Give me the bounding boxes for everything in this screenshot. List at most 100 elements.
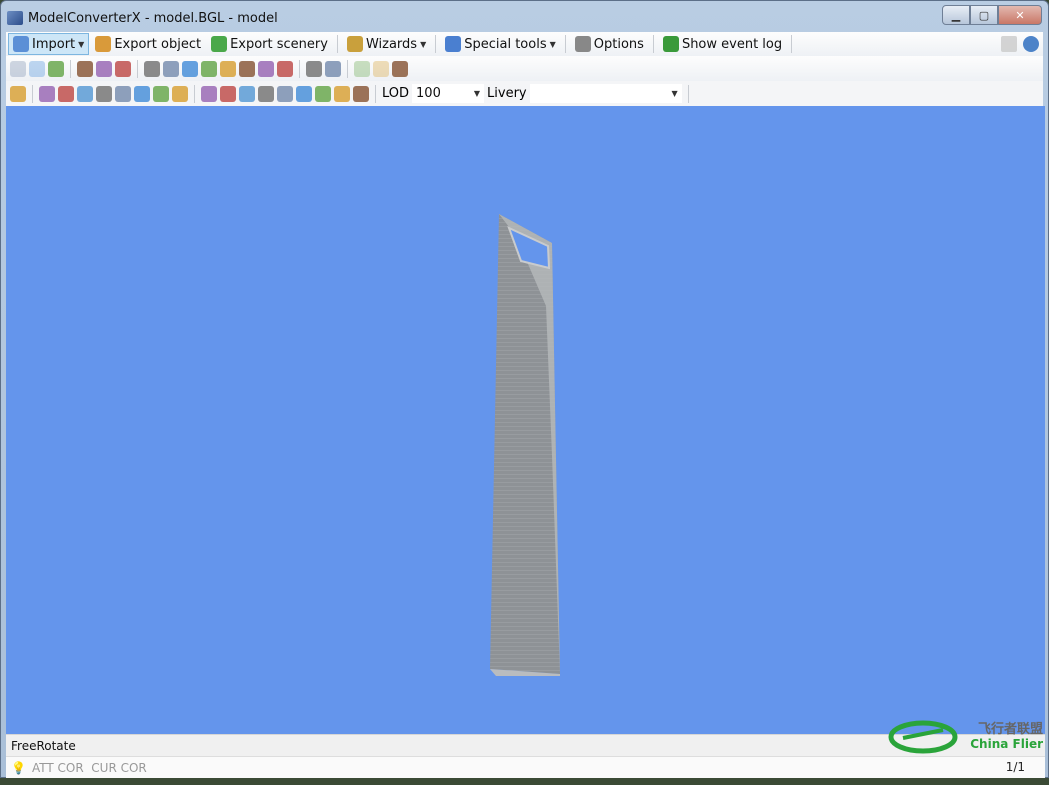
chevron-down-icon[interactable]: ▼ <box>671 89 677 98</box>
figure-icon[interactable] <box>277 60 293 77</box>
forward-icon[interactable] <box>29 60 45 77</box>
menu-label: Options <box>593 36 644 52</box>
back-icon[interactable] <box>10 60 26 77</box>
placemark-icon[interactable] <box>96 60 112 77</box>
grid-icon[interactable] <box>39 85 55 102</box>
toolbar-main <box>6 56 1043 81</box>
minimize-button[interactable]: ▁ <box>942 5 970 25</box>
watermark: 飞行者联盟 China Flier <box>888 712 1043 754</box>
lod-select[interactable]: 100 ▼ <box>412 84 485 103</box>
menu-wizards[interactable]: Wizards ▼ <box>343 34 430 54</box>
menu-label: Wizards <box>365 36 418 52</box>
chevron-down-icon[interactable]: ▼ <box>474 89 480 98</box>
toolbar-separator <box>137 59 138 78</box>
zoom-view-icon[interactable] <box>77 60 93 77</box>
details-icon[interactable] <box>1001 36 1017 52</box>
menu-label: Export object <box>114 36 202 52</box>
toolbar-separator <box>347 59 348 78</box>
cube-color-icon[interactable] <box>239 85 255 102</box>
sphere-icon[interactable] <box>277 85 293 102</box>
ground-icon[interactable] <box>172 85 188 102</box>
menu-show-event-log[interactable]: Show event log <box>659 34 786 54</box>
window-title: ModelConverterX - model.BGL - model <box>28 10 278 26</box>
toolbar-separator <box>687 84 689 103</box>
tower-model <box>490 214 560 676</box>
3d-viewport[interactable] <box>6 106 1045 734</box>
tools-icon <box>574 36 591 52</box>
paperclip-icon[interactable] <box>77 85 93 102</box>
material-icon[interactable] <box>163 60 179 77</box>
redo-icon[interactable] <box>373 60 389 77</box>
checker-icon[interactable] <box>315 85 331 102</box>
fit-view-icon[interactable] <box>10 85 26 102</box>
texture-icon[interactable] <box>144 60 160 77</box>
clock-icon[interactable] <box>392 60 408 77</box>
image-icon[interactable] <box>201 60 217 77</box>
watermark-cn: 飞行者联盟 <box>977 722 1043 737</box>
house-export-icon <box>95 36 112 52</box>
map-icon[interactable] <box>239 60 255 77</box>
toolbar-separator <box>564 35 566 53</box>
axes-icon[interactable] <box>58 85 74 102</box>
lod-value: 100 <box>416 86 441 101</box>
menu-options[interactable]: Options <box>571 34 648 54</box>
menu-export-scenery[interactable]: Export scenery <box>207 34 332 54</box>
camera-icon[interactable] <box>201 85 217 102</box>
light-icon[interactable] <box>334 85 350 102</box>
globe-export-icon <box>211 36 228 52</box>
livery-select[interactable]: ▼ <box>529 84 682 103</box>
watermark-en: China Flier <box>970 737 1043 751</box>
help-icon[interactable] <box>1023 36 1039 52</box>
folder-icon <box>13 36 29 52</box>
screenshot-icon[interactable] <box>306 60 322 77</box>
app-icon <box>7 11 23 25</box>
link-icon[interactable] <box>258 60 274 77</box>
animation-icon[interactable] <box>182 60 198 77</box>
lightmap-icon[interactable] <box>153 85 169 102</box>
indicators: ATT COR CUR COR <box>31 760 147 775</box>
menu-special-tools[interactable]: Special tools ▼ <box>441 34 560 54</box>
toolbar-separator <box>70 59 71 78</box>
undo-icon[interactable] <box>354 60 370 77</box>
chevron-down-icon[interactable]: ▼ <box>550 40 556 49</box>
close-button[interactable]: ✕ <box>998 5 1042 25</box>
toolbar-view: LOD 100 ▼ Livery ▼ <box>6 81 1043 106</box>
normals-icon[interactable] <box>296 85 312 102</box>
wand-icon <box>346 36 363 52</box>
arrows-updown-icon <box>662 36 679 52</box>
globe-icon[interactable] <box>220 60 236 77</box>
report-icon[interactable] <box>325 60 341 77</box>
toolbar-separator <box>299 59 300 78</box>
menu-export-object[interactable]: Export object <box>91 34 205 54</box>
page-indicator: 1/1 <box>1005 760 1025 774</box>
lod-label: LOD <box>382 86 410 101</box>
wireframe-icon[interactable] <box>115 85 131 102</box>
menu-import[interactable]: Import ▼ <box>8 33 90 55</box>
chevron-down-icon[interactable]: ▼ <box>78 40 84 49</box>
lightbulb-icon: 💡 <box>11 760 26 775</box>
hierarchy-icon[interactable] <box>115 60 131 77</box>
menu-label: Import <box>32 36 76 52</box>
title-bar: ModelConverterX - model.BGL - model <box>7 7 278 29</box>
toolbar-separator <box>791 35 793 53</box>
document-icon[interactable] <box>48 60 64 77</box>
menu-label: Show event log <box>681 36 783 52</box>
main-menu-bar: Import ▼ Export object Export scenery Wizard… <box>6 32 1043 56</box>
particles-icon[interactable] <box>96 85 112 102</box>
menu-label: Special tools <box>464 36 547 52</box>
toolbar-separator <box>32 84 33 103</box>
refresh-icon[interactable] <box>353 85 369 102</box>
watermark-logo-icon <box>888 720 958 754</box>
textured-icon[interactable] <box>258 85 274 102</box>
shader-icon[interactable] <box>220 85 236 102</box>
toolbar-separator <box>435 35 437 53</box>
maximize-button[interactable]: ▢ <box>970 5 998 25</box>
menu-label: Export scenery <box>230 36 328 52</box>
toolbar-separator <box>336 35 338 53</box>
gear-icon <box>445 36 462 52</box>
toolbar-separator <box>375 84 376 103</box>
chevron-down-icon[interactable]: ▼ <box>420 40 426 49</box>
toolbar-separator <box>652 35 654 53</box>
brick-texture-icon[interactable] <box>134 85 150 102</box>
app-window: ModelConverterX - model.BGL - model ▁ ▢ … <box>0 0 1049 778</box>
